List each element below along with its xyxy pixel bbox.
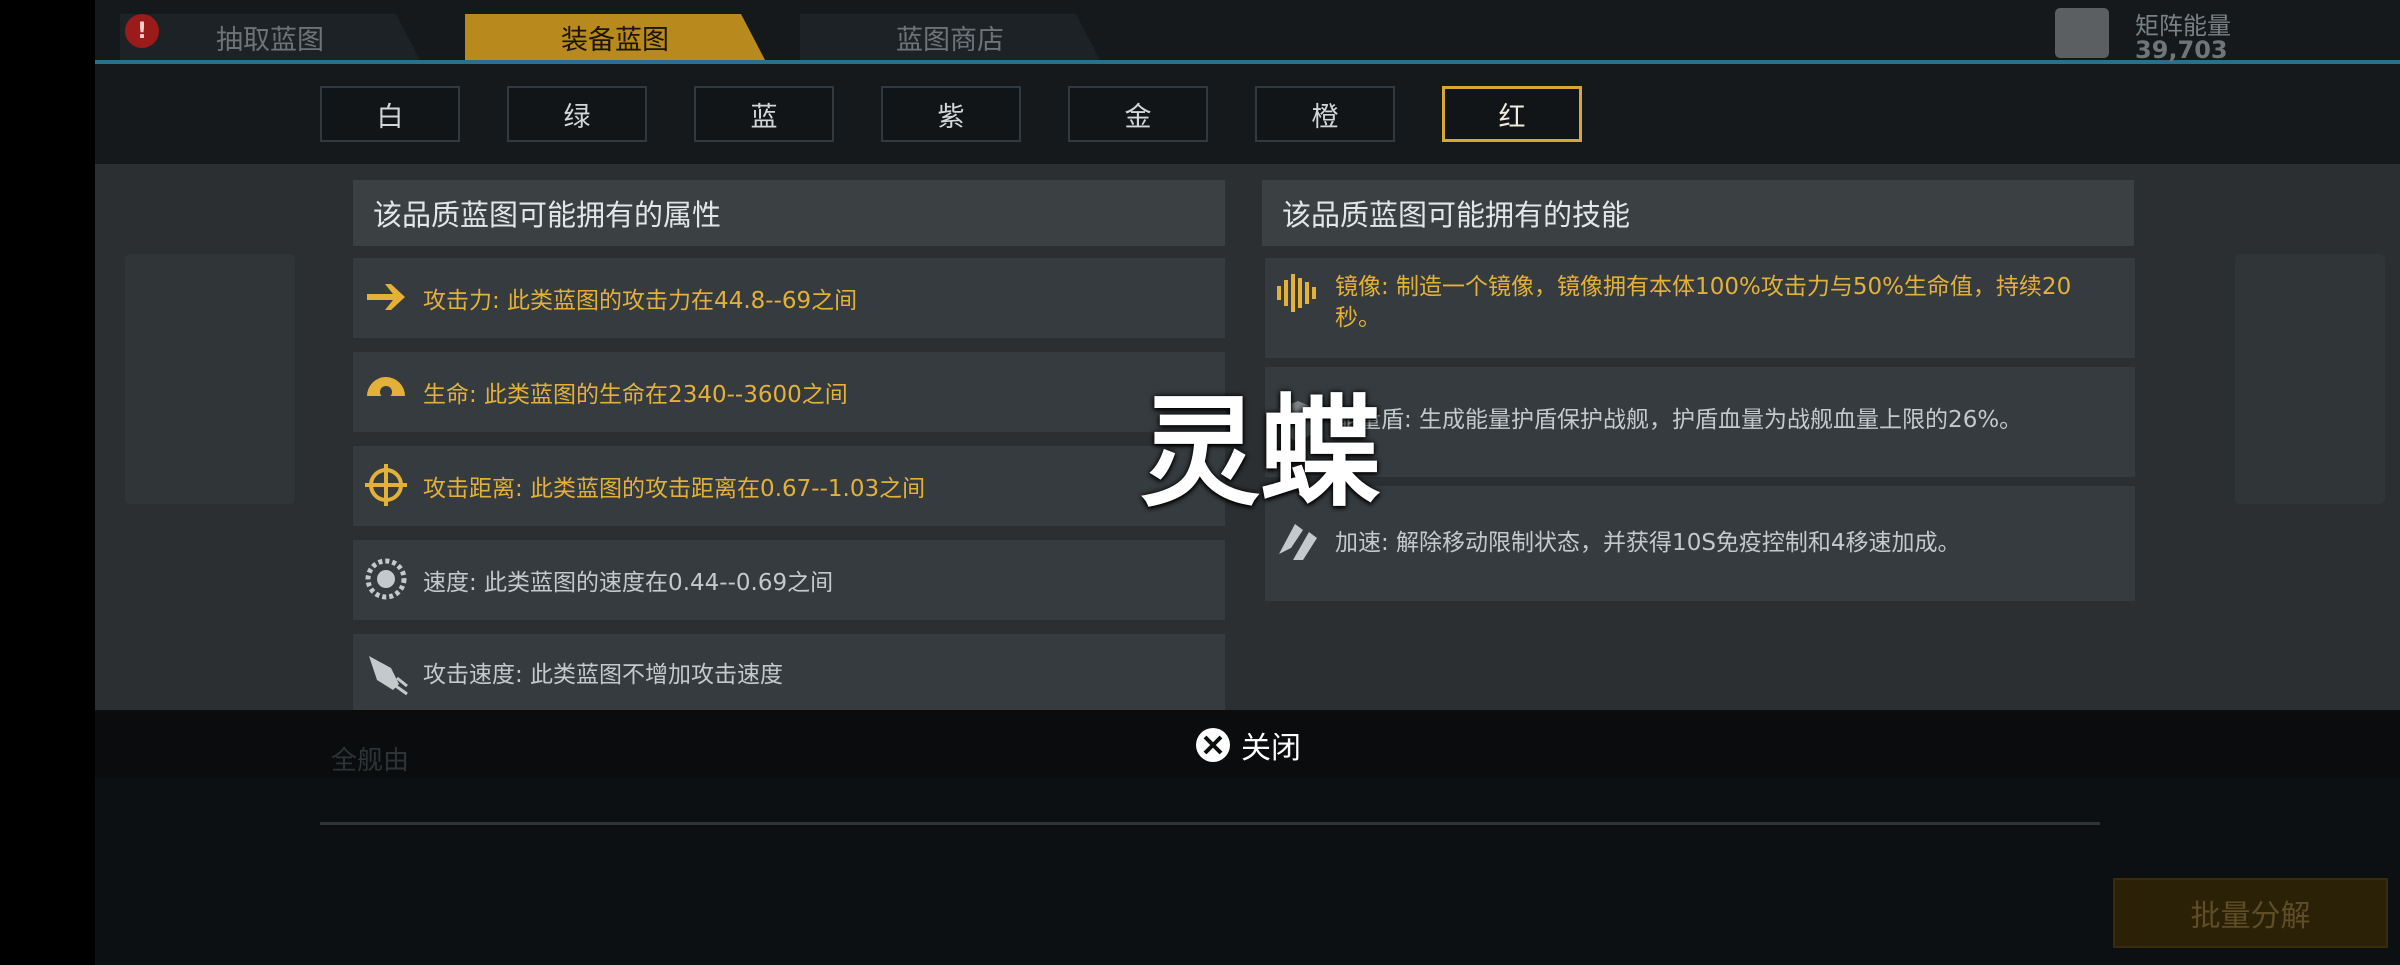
attribute-text: 攻击距离: 此类蓝图的攻击距离在0.67--1.03之间 — [423, 476, 926, 502]
attribute-row: 攻击速度: 此类蓝图不增加攻击速度 — [353, 634, 1225, 710]
matrix-cube-icon — [2055, 8, 2109, 58]
skill-row: 镜像: 制造一个镜像，镜像拥有本体100%攻击力与50%生命值，持续20秒。 — [1265, 258, 2135, 358]
bottom-area — [95, 778, 2400, 965]
attribute-row: 速度: 此类蓝图的速度在0.44--0.69之间 — [353, 540, 1225, 620]
tab-extract-blueprint[interactable]: 抽取蓝图 — [120, 14, 420, 60]
quality-white-button[interactable]: 白 — [320, 86, 460, 142]
quality-green-button[interactable]: 绿 — [507, 86, 647, 142]
skill-text: 镜像: 制造一个镜像，镜像拥有本体100%攻击力与50%生命值，持续20秒。 — [1335, 274, 2072, 331]
attack-arrow-icon — [367, 284, 405, 310]
close-x-icon — [1196, 728, 1230, 762]
crosshair-icon — [365, 464, 407, 506]
alert-badge: ! — [125, 14, 159, 48]
quality-orange-button[interactable]: 橙 — [1255, 86, 1395, 142]
energy-value: 39,703 — [2135, 36, 2228, 64]
mirror-wave-icon — [1277, 274, 1316, 312]
attribute-text: 攻击速度: 此类蓝图不增加攻击速度 — [423, 662, 784, 688]
quality-blue-button[interactable]: 蓝 — [694, 86, 834, 142]
blueprint-screen: 抽取蓝图 ! 装备蓝图 蓝图商店 矩阵能量 39,703 白 绿 蓝 紫 金 橙… — [95, 0, 2400, 965]
quality-filter-row: 白 绿 蓝 紫 金 橙 红 — [95, 64, 2400, 164]
overlay-title: 灵蝶 — [1140, 384, 1380, 523]
speed-gear-icon — [365, 558, 407, 600]
skills-title: 该品质蓝图可能拥有的技能 — [1262, 180, 2134, 246]
tab-equip-blueprint[interactable]: 装备蓝图 — [465, 14, 765, 60]
close-label: 关闭 — [1241, 731, 1301, 766]
rocket-icon — [369, 656, 408, 696]
batch-decompose-button[interactable]: 批量分解 — [2113, 878, 2388, 948]
close-button[interactable]: 关闭 — [1195, 720, 1301, 770]
attributes-title: 该品质蓝图可能拥有的属性 — [353, 180, 1225, 246]
bottom-tab-all[interactable]: 全舰由 — [250, 738, 490, 778]
skill-text: 加速: 解除移动限制状态，并获得10S免疫控制和4移速加成。 — [1335, 530, 1961, 556]
tab-blueprint-shop[interactable]: 蓝图商店 — [800, 14, 1100, 60]
quality-purple-button[interactable]: 紫 — [881, 86, 1021, 142]
attribute-row: 攻击力: 此类蓝图的攻击力在44.8--69之间 — [353, 258, 1225, 338]
attribute-text: 速度: 此类蓝图的速度在0.44--0.69之间 — [423, 570, 834, 596]
bottom-divider — [320, 822, 2100, 825]
quality-gold-button[interactable]: 金 — [1068, 86, 1208, 142]
attribute-text: 攻击力: 此类蓝图的攻击力在44.8--69之间 — [423, 288, 858, 314]
quality-red-button[interactable]: 红 — [1442, 86, 1582, 142]
ghost-card — [2235, 254, 2385, 504]
life-shield-icon — [367, 377, 405, 398]
ghost-card — [125, 254, 295, 504]
attribute-text: 生命: 此类蓝图的生命在2340--3600之间 — [423, 382, 848, 408]
